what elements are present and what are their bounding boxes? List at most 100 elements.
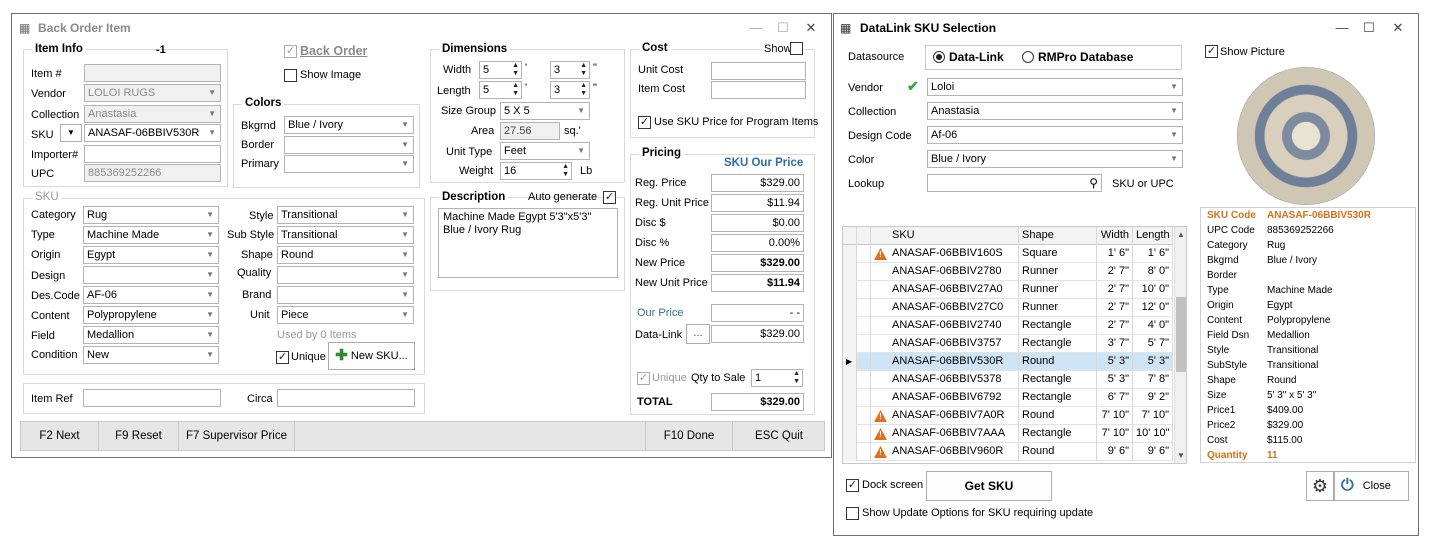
sku-dropdown-button[interactable]: ▼	[60, 124, 82, 142]
col-shape-header[interactable]: Shape	[1019, 227, 1097, 245]
dock-screen-checkbox[interactable]: ✓	[846, 479, 859, 492]
width-in-spinner[interactable]: 3 ▲ ▼	[550, 61, 590, 79]
qty-spinner[interactable]: 1 ▲ ▼	[751, 369, 803, 387]
new-price-field[interactable]: $329.00	[711, 254, 804, 272]
minimize-icon[interactable]: —	[1331, 18, 1353, 38]
table-row[interactable]: ANASAF-06BBIV3757 Rectangle 3' 7" 5' 7"	[843, 335, 1173, 353]
description-textarea[interactable]: Machine Made Egypt 5'3"x5'3" Blue / Ivor…	[438, 208, 618, 278]
item-ref-field[interactable]	[83, 389, 221, 407]
show-update-checkbox[interactable]	[846, 507, 859, 520]
scroll-thumb[interactable]	[1176, 297, 1186, 372]
use-sku-price-checkbox[interactable]: ✓	[638, 116, 651, 129]
dl-collection-select[interactable]: Anastasia ▼	[927, 102, 1183, 120]
vendor-select[interactable]: LOLOI RUGS ▼	[84, 84, 221, 102]
table-row[interactable]: ! ANASAF-06BBIV160S Square 1' 6" 1' 6"	[843, 245, 1173, 263]
col-sku-header[interactable]: SKU	[889, 227, 1019, 245]
reg-price-field[interactable]: $329.00	[711, 174, 804, 192]
length-ft-spinner[interactable]: 5 ▲ ▼	[479, 81, 522, 99]
table-row[interactable]: ▶ ANASAF-06BBIV530R Round 5' 3" 5' 3"	[843, 353, 1173, 371]
maximize-icon[interactable]: ☐	[772, 18, 794, 38]
unique-sku-checkbox[interactable]: ✓	[276, 351, 289, 364]
collection-select[interactable]: Anastasia ▼	[84, 105, 221, 123]
bkgrnd-select[interactable]: Blue / Ivory ▼	[284, 116, 414, 134]
table-row[interactable]: ANASAF-06BBIV5378 Rectangle 5' 3" 7' 8"	[843, 371, 1173, 389]
done-button[interactable]: F10 Done	[645, 422, 733, 450]
circa-field[interactable]	[277, 389, 415, 407]
dl-color-select[interactable]: Blue / Ivory ▼	[927, 150, 1183, 168]
lookup-input[interactable]: ⚲	[927, 174, 1102, 192]
unique-pricing-checkbox[interactable]: ✓	[637, 372, 650, 385]
sub-style-select[interactable]: Transitional ▼	[277, 226, 414, 244]
des-code-select[interactable]: AF-06 ▼	[83, 286, 219, 304]
auto-generate-checkbox[interactable]: ✓	[603, 191, 616, 204]
width-ft-spinner[interactable]: 5 ▲ ▼	[479, 61, 522, 79]
table-row[interactable]: ! ANASAF-06BBIV7A0R Round 7' 10" 7' 10"	[843, 407, 1173, 425]
radio-datalink-label[interactable]: Data-Link	[949, 50, 1004, 64]
table-row[interactable]: ANASAF-06BBIV6792 Rectangle 6' 7" 9' 2"	[843, 389, 1173, 407]
style-select[interactable]: Transitional ▼	[277, 206, 414, 224]
brand-select[interactable]: ▼	[277, 286, 414, 304]
minimize-icon[interactable]: —	[745, 18, 767, 38]
table-row[interactable]: ANASAF-06BBIV27A0 Runner 2' 7" 10' 0"	[843, 281, 1173, 299]
show-cost-checkbox[interactable]	[790, 42, 803, 55]
close-button[interactable]: ⏻ Close	[1334, 471, 1409, 501]
show-picture-checkbox[interactable]: ✓	[1205, 45, 1218, 58]
quality-select[interactable]: ▼	[277, 266, 414, 284]
dl-vendor-select[interactable]: Loloi ▼	[927, 78, 1183, 96]
content-select[interactable]: Polypropylene ▼	[83, 306, 219, 324]
shape-select[interactable]: Round ▼	[277, 246, 414, 264]
reset-button[interactable]: F9 Reset	[99, 422, 179, 450]
item-cost-field[interactable]	[711, 81, 806, 99]
weight-spinner[interactable]: 16 ▲ ▼	[500, 162, 572, 180]
radio-rmpro-icon[interactable]	[1022, 51, 1034, 63]
close-icon[interactable]: ✕	[800, 18, 822, 38]
design-select[interactable]: ▼	[83, 266, 219, 284]
unit-select[interactable]: Piece ▼	[277, 306, 414, 324]
scroll-down-icon[interactable]: ▼	[1177, 451, 1185, 460]
search-icon[interactable]: ⚲	[1089, 175, 1098, 191]
item-no-field[interactable]	[84, 64, 221, 82]
table-row[interactable]: ! ANASAF-06BBIV7AAA Rectangle 7' 10" 10' 10"	[843, 425, 1173, 443]
quit-button[interactable]: ESC Quit	[733, 422, 825, 450]
table-row[interactable]: ! ANASAF-06BBIV960R Round 9' 6" 9' 6"	[843, 443, 1173, 461]
radio-datalink-icon[interactable]	[933, 51, 945, 63]
close-icon[interactable]: ✕	[1387, 18, 1409, 38]
reg-unit-price-field[interactable]: $11.94	[711, 194, 804, 212]
supervisor-price-button[interactable]: F7 Supervisor Price	[179, 422, 295, 450]
maximize-icon[interactable]: ☐	[1358, 18, 1380, 38]
area-field[interactable]: 27.56	[500, 122, 560, 140]
origin-select[interactable]: Egypt ▼	[83, 246, 219, 264]
border-select[interactable]: ▼	[284, 136, 414, 154]
radio-rmpro-label[interactable]: RMPro Database	[1038, 50, 1133, 64]
table-row[interactable]: ANASAF-06BBIV27C0 Runner 2' 7" 12' 0"	[843, 299, 1173, 317]
settings-button[interactable]: ⚙	[1306, 471, 1334, 501]
field-select[interactable]: Medallion ▼	[83, 326, 219, 344]
condition-select[interactable]: New ▼	[83, 346, 219, 364]
table-row[interactable]: ANASAF-06BBIV2740 Rectangle 2' 7" 4' 0"	[843, 317, 1173, 335]
type-select[interactable]: Machine Made ▼	[83, 226, 219, 244]
datalink-browse-button[interactable]: ...	[686, 324, 710, 344]
disc-dollar-field[interactable]: $0.00	[711, 214, 804, 232]
sku-select[interactable]: ANASAF-06BBIV530R ▼	[84, 124, 221, 142]
length-in-spinner[interactable]: 3 ▲ ▼	[550, 81, 590, 99]
primary-select[interactable]: ▼	[284, 155, 414, 173]
show-image-checkbox[interactable]	[284, 69, 297, 82]
our-price-field[interactable]: - -	[711, 304, 804, 322]
unit-cost-field[interactable]	[711, 62, 806, 80]
col-width-header[interactable]: Width	[1097, 227, 1133, 245]
unit-type-select[interactable]: Feet ▼	[500, 142, 590, 160]
upc-field[interactable]: 885369252266	[84, 164, 221, 182]
total-field[interactable]: $329.00	[711, 393, 804, 411]
new-sku-button[interactable]: ✚ New SKU...	[328, 342, 415, 370]
dl-design-code-select[interactable]: Af-06 ▼	[927, 126, 1183, 144]
table-row[interactable]: ANASAF-06BBIV2780 Runner 2' 7" 8' 0"	[843, 263, 1173, 281]
get-sku-button[interactable]: Get SKU	[926, 471, 1052, 501]
disc-percent-field[interactable]: 0.00%	[711, 234, 804, 252]
scroll-up-icon[interactable]: ▲	[1177, 230, 1185, 239]
next-button[interactable]: F2 Next	[21, 422, 99, 450]
importer-field[interactable]	[84, 145, 221, 163]
col-length-header[interactable]: Length	[1133, 227, 1173, 245]
back-order-checkbox[interactable]: ✓	[284, 45, 297, 58]
size-group-select[interactable]: 5 X 5 ▼	[500, 102, 590, 120]
grid-scrollbar[interactable]: ▲ ▼	[1174, 227, 1186, 463]
